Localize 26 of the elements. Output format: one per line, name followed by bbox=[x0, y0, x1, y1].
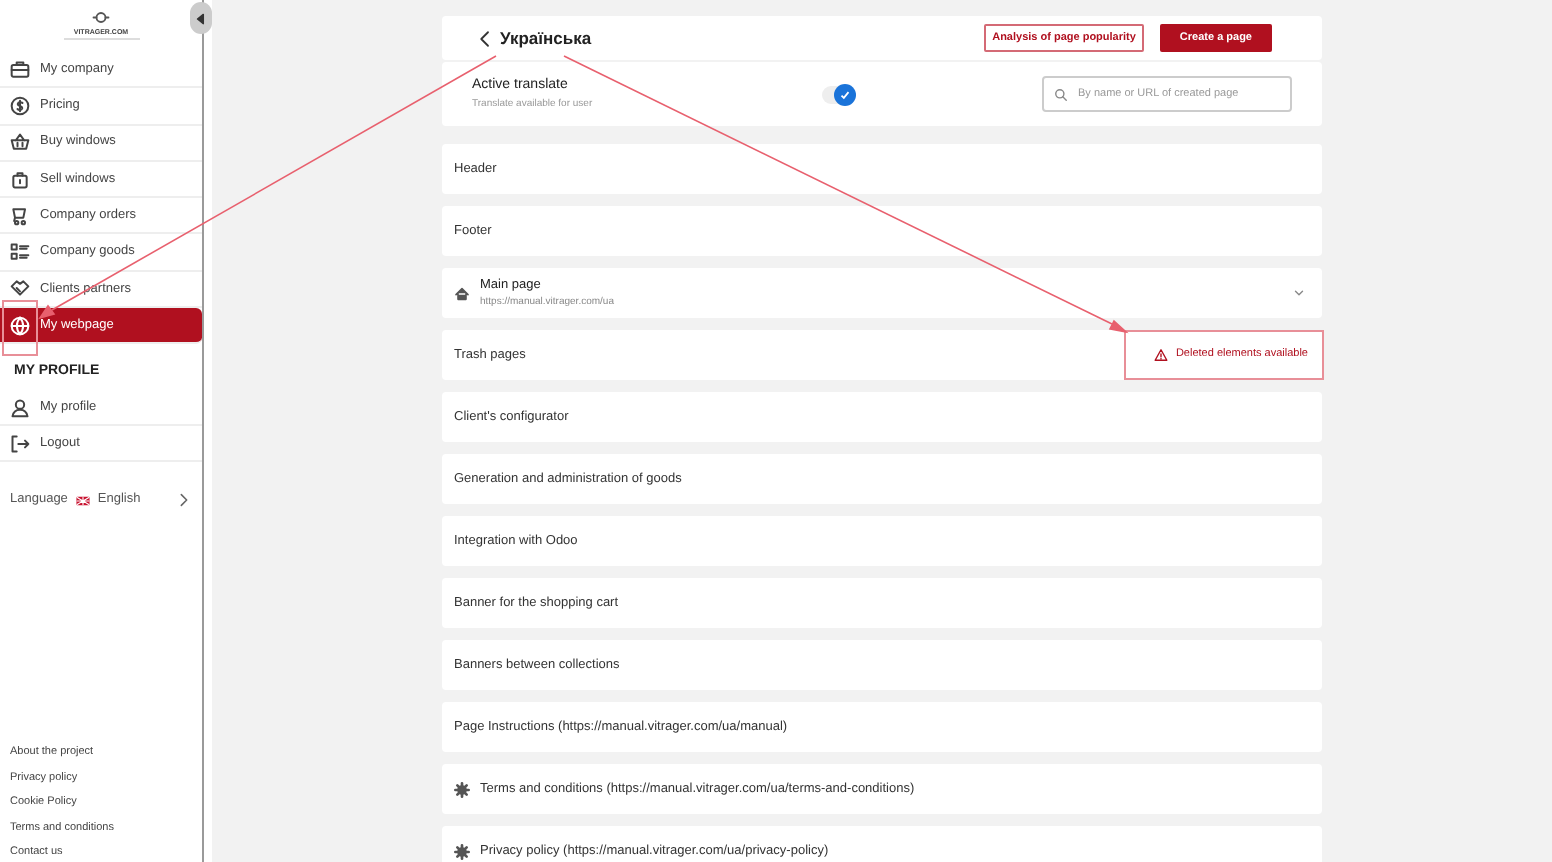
list-icon bbox=[10, 242, 30, 263]
logout-icon bbox=[10, 433, 30, 454]
flag-icon bbox=[75, 493, 90, 508]
home-icon bbox=[454, 285, 470, 301]
back-chevron-icon bbox=[476, 29, 494, 47]
annotation-frame bbox=[2, 300, 38, 356]
cart-icon bbox=[10, 205, 30, 226]
bag-icon bbox=[10, 169, 30, 190]
caret-left-icon bbox=[194, 11, 208, 25]
gear-icon bbox=[454, 781, 470, 797]
page-title: Українська bbox=[500, 25, 592, 51]
collapse-button[interactable] bbox=[190, 2, 212, 34]
basket-icon bbox=[10, 132, 30, 153]
user-icon bbox=[10, 397, 30, 418]
handshake-icon bbox=[10, 278, 30, 299]
logo-emblem-icon bbox=[92, 9, 110, 28]
gear-icon bbox=[454, 843, 470, 859]
check-icon bbox=[838, 87, 853, 101]
toggle-switch[interactable] bbox=[822, 85, 851, 103]
globe-icon bbox=[10, 315, 30, 336]
chevron-right-icon bbox=[176, 492, 192, 509]
chevron-down-icon bbox=[1292, 286, 1306, 300]
dollar-icon bbox=[10, 95, 30, 116]
search-icon bbox=[1054, 87, 1068, 101]
briefcase-icon bbox=[10, 59, 30, 80]
warning-icon bbox=[1153, 348, 1168, 362]
